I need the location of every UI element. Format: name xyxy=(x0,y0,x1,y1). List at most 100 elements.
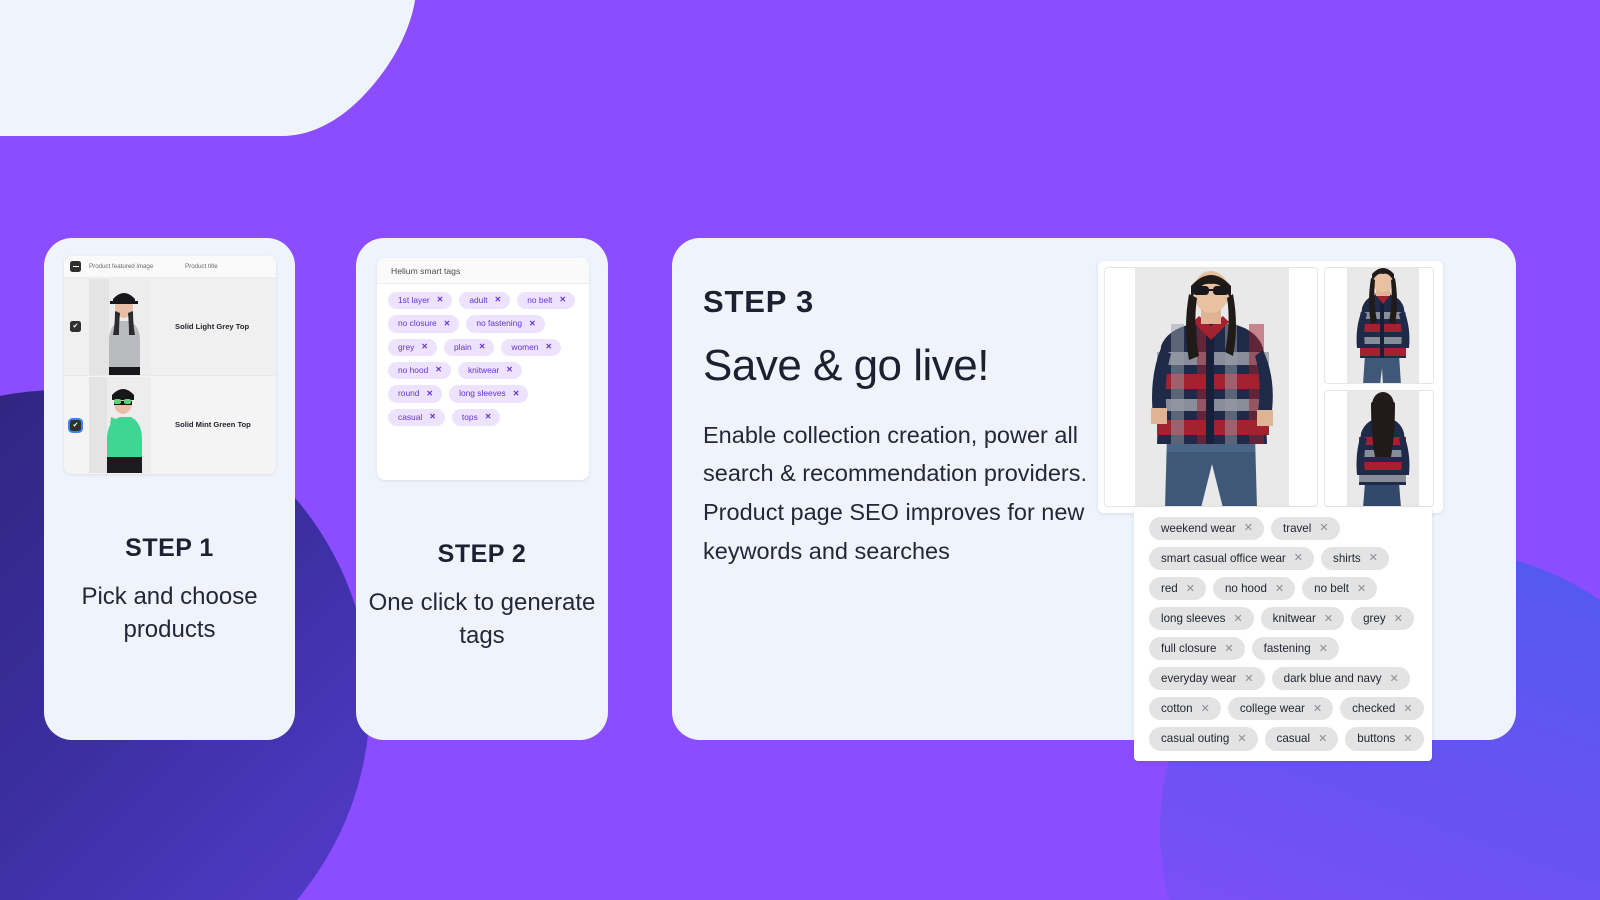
tag-pill[interactable]: grey ✕ xyxy=(1351,607,1414,631)
remove-tag-icon[interactable]: ✕ xyxy=(1318,732,1327,746)
table-row[interactable]: Solid Light Grey Top xyxy=(64,278,276,376)
remove-tag-icon[interactable]: ✕ xyxy=(1244,672,1253,686)
tag-pill[interactable]: 1st layer ✕ xyxy=(388,292,453,310)
tag-pill[interactable]: dark blue and navy ✕ xyxy=(1271,667,1410,691)
tag-pill[interactable]: no closure ✕ xyxy=(388,315,460,333)
remove-tag-icon[interactable]: ✕ xyxy=(426,389,433,400)
tag-pill[interactable]: casual outing ✕ xyxy=(1149,727,1258,751)
row-checkbox[interactable] xyxy=(70,419,81,431)
remove-tag-icon[interactable]: ✕ xyxy=(559,295,566,306)
product-thumbnail xyxy=(89,377,151,473)
remove-tag-icon[interactable]: ✕ xyxy=(1403,732,1412,746)
remove-tag-icon[interactable]: ✕ xyxy=(435,365,442,376)
row-checkbox[interactable] xyxy=(70,321,81,332)
tag-label: 1st layer xyxy=(398,295,430,305)
select-all-checkbox[interactable] xyxy=(70,261,81,272)
remove-tag-icon[interactable]: ✕ xyxy=(1186,582,1195,596)
remove-tag-icon[interactable]: ✕ xyxy=(1201,702,1210,716)
tag-pill[interactable]: knitwear ✕ xyxy=(1260,607,1345,631)
tag-pill[interactable]: no belt ✕ xyxy=(1302,577,1378,601)
tag-pill[interactable]: casual ✕ xyxy=(1264,727,1339,751)
step-3-preview: weekend wear ✕ travel ✕ smart casual office … xyxy=(1098,261,1516,761)
column-header-image: Product featured image xyxy=(89,263,154,270)
helium-atom-icon xyxy=(16,29,126,93)
remove-tag-icon[interactable]: ✕ xyxy=(1244,521,1253,535)
tag-label: shirts xyxy=(1333,552,1361,566)
tag-pill[interactable]: buttons ✕ xyxy=(1345,727,1424,751)
remove-tag-icon[interactable]: ✕ xyxy=(1394,612,1403,626)
remove-tag-icon[interactable]: ✕ xyxy=(1357,582,1366,596)
step-2-label: STEP 2 xyxy=(437,540,527,568)
tag-pill[interactable]: everyday wear ✕ xyxy=(1149,667,1265,691)
tag-pill[interactable]: weekend wear ✕ xyxy=(1149,517,1264,541)
remove-tag-icon[interactable]: ✕ xyxy=(1319,521,1328,535)
remove-tag-icon[interactable]: ✕ xyxy=(1313,702,1322,716)
tag-pill[interactable]: long sleeves ✕ xyxy=(1149,607,1254,631)
tag-pill[interactable]: knitwear ✕ xyxy=(457,362,522,380)
smart-tags-list: 1st layer ✕ adult ✕ no belt ✕ no closure ✕ no fa… xyxy=(377,284,589,432)
tag-pill[interactable]: cotton ✕ xyxy=(1149,697,1221,721)
remove-tag-icon[interactable]: ✕ xyxy=(1237,732,1246,746)
tag-label: red xyxy=(1161,582,1178,596)
tag-label: full closure xyxy=(1161,642,1217,656)
remove-tag-icon[interactable]: ✕ xyxy=(513,389,520,400)
remove-tag-icon[interactable]: ✕ xyxy=(437,295,444,306)
tag-pill[interactable]: shirts ✕ xyxy=(1321,547,1389,571)
tag-pill[interactable]: women ✕ xyxy=(501,338,562,357)
remove-tag-icon[interactable]: ✕ xyxy=(1294,551,1303,565)
product-thumbnail-front[interactable] xyxy=(1324,267,1434,384)
tag-pill[interactable]: tops ✕ xyxy=(451,408,501,427)
tag-pill[interactable]: plain ✕ xyxy=(444,338,495,357)
tag-label: everyday wear xyxy=(1161,672,1237,686)
tag-pill[interactable]: casual ✕ xyxy=(388,408,445,427)
tag-pill[interactable]: no hood ✕ xyxy=(1212,577,1296,601)
remove-tag-icon[interactable]: ✕ xyxy=(1275,582,1284,596)
tag-label: no hood xyxy=(398,365,429,376)
remove-tag-icon[interactable]: ✕ xyxy=(479,342,486,353)
tag-label: knitwear xyxy=(467,365,500,376)
tag-label: casual xyxy=(1276,732,1311,746)
product-image-panel xyxy=(1098,261,1443,513)
remove-tag-icon[interactable]: ✕ xyxy=(1224,642,1233,656)
remove-tag-icon[interactable]: ✕ xyxy=(421,342,428,353)
remove-tag-icon[interactable]: ✕ xyxy=(1403,702,1412,716)
step-1-caption: STEP 1 Pick and choose products xyxy=(44,534,295,646)
tag-pill[interactable]: no fastening ✕ xyxy=(466,315,545,333)
remove-tag-icon[interactable]: ✕ xyxy=(495,295,502,306)
step-1-label: STEP 1 xyxy=(125,534,214,562)
remove-tag-icon[interactable]: ✕ xyxy=(1369,551,1378,565)
tag-pill[interactable]: fastening ✕ xyxy=(1251,637,1339,661)
brand-name: Helium xyxy=(36,100,108,123)
remove-tag-icon[interactable]: ✕ xyxy=(1324,612,1333,626)
tag-pill[interactable]: full closure ✕ xyxy=(1149,637,1245,661)
step-1-description: Pick and choose products xyxy=(81,583,258,644)
tag-label: plain xyxy=(454,341,472,352)
table-row[interactable]: Solid Mint Green Top xyxy=(64,376,276,474)
tag-pill[interactable]: red ✕ xyxy=(1149,577,1206,601)
product-thumbnail-back[interactable] xyxy=(1324,390,1434,507)
tag-pill[interactable]: long sleeves ✕ xyxy=(449,385,529,403)
tag-pill[interactable]: round ✕ xyxy=(388,385,443,403)
remove-tag-icon[interactable]: ✕ xyxy=(529,319,536,330)
remove-tag-icon[interactable]: ✕ xyxy=(429,412,436,423)
remove-tag-icon[interactable]: ✕ xyxy=(545,342,552,353)
remove-tag-icon[interactable]: ✕ xyxy=(1319,642,1328,656)
remove-tag-icon[interactable]: ✕ xyxy=(485,412,492,423)
remove-tag-icon[interactable]: ✕ xyxy=(506,365,513,376)
tag-pill[interactable]: no hood ✕ xyxy=(388,362,451,380)
product-main-image[interactable] xyxy=(1104,267,1318,507)
remove-tag-icon[interactable]: ✕ xyxy=(1233,612,1242,626)
tag-label: fastening xyxy=(1263,642,1311,656)
tag-pill[interactable]: grey ✕ xyxy=(388,338,437,357)
tag-pill[interactable]: college wear ✕ xyxy=(1227,697,1334,721)
step-3-heading: Save & go live! xyxy=(703,341,990,390)
remove-tag-icon[interactable]: ✕ xyxy=(444,319,451,330)
tag-pill[interactable]: no belt ✕ xyxy=(517,292,576,310)
tag-pill[interactable]: adult ✕ xyxy=(459,292,511,310)
tag-label: no fastening xyxy=(476,318,522,329)
tag-pill[interactable]: travel ✕ xyxy=(1270,517,1340,541)
tag-pill[interactable]: checked ✕ xyxy=(1340,697,1424,721)
remove-tag-icon[interactable]: ✕ xyxy=(1390,672,1399,686)
step-2-description: One click to generate tags xyxy=(368,589,596,650)
tag-pill[interactable]: smart casual office wear ✕ xyxy=(1149,547,1315,571)
